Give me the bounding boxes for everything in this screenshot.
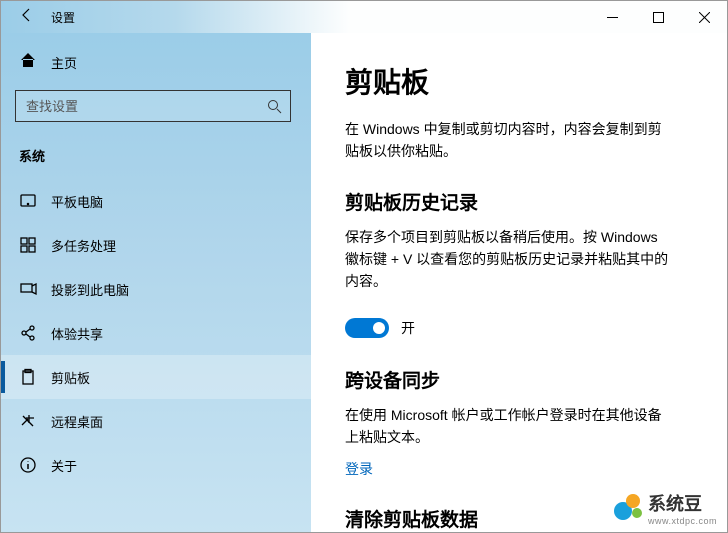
nav-label: 关于 [51,456,77,475]
nav-item-clipboard[interactable]: 剪贴板 [1,355,311,399]
nav-label: 多任务处理 [51,236,116,255]
watermark-url: www.xtdpc.com [648,516,717,526]
window-title: 设置 [51,9,75,26]
share-icon [19,324,37,342]
nav-label: 投影到此电脑 [51,280,129,299]
nav-item-about[interactable]: 关于 [1,443,311,487]
sync-heading: 跨设备同步 [345,366,699,393]
minimize-button[interactable] [589,1,635,33]
settings-window: 设置 主页 [0,0,728,533]
home-label: 主页 [51,53,77,72]
nav-item-projecting[interactable]: 投影到此电脑 [1,267,311,311]
nav-item-remote-desktop[interactable]: 远程桌面 [1,399,311,443]
watermark: 系统豆 www.xtdpc.com [614,490,717,526]
intro-text: 在 Windows 中复制或剪切内容时，内容会复制到剪贴板以供你粘贴。 [345,119,675,162]
nav-label: 体验共享 [51,324,103,343]
clipboard-icon [19,368,37,386]
watermark-brand: 系统豆 [648,494,702,514]
history-toggle-label: 开 [401,318,415,338]
tablet-icon [19,192,37,210]
nav-label: 平板电脑 [51,192,103,211]
remote-icon [19,412,37,430]
watermark-logo-icon [614,494,642,522]
back-icon[interactable] [19,7,35,28]
search-icon [258,99,290,114]
home-icon [19,51,37,74]
history-desc: 保存多个项目到剪贴板以备稍后使用。按 Windows 徽标键 + V 以查看您的… [345,227,675,292]
nav-list: 平板电脑 多任务处理 投影到此电脑 体验共享 剪贴板 [1,179,311,532]
signin-link[interactable]: 登录 [345,459,373,479]
close-button[interactable] [681,1,727,33]
content-panel: 剪贴板 在 Windows 中复制或剪切内容时，内容会复制到剪贴板以供你粘贴。 … [311,33,727,532]
about-icon [19,456,37,474]
search-input[interactable] [16,99,258,114]
nav-label: 远程桌面 [51,412,103,431]
search-box[interactable] [15,90,291,122]
category-label: 系统 [1,140,311,179]
nav-label: 剪贴板 [51,368,90,387]
nav-item-multitasking[interactable]: 多任务处理 [1,223,311,267]
page-title: 剪贴板 [345,61,699,101]
nav-item-shared-experiences[interactable]: 体验共享 [1,311,311,355]
projecting-icon [19,280,37,298]
multitasking-icon [19,236,37,254]
home-button[interactable]: 主页 [1,41,311,84]
nav-item-tablet[interactable]: 平板电脑 [1,179,311,223]
sidebar: 主页 系统 平板电脑 多任务处理 [1,33,311,532]
history-toggle[interactable] [345,318,389,338]
maximize-button[interactable] [635,1,681,33]
titlebar: 设置 [1,1,727,33]
sync-desc: 在使用 Microsoft 帐户或工作帐户登录时在其他设备上粘贴文本。 [345,405,675,448]
history-heading: 剪贴板历史记录 [345,188,699,215]
